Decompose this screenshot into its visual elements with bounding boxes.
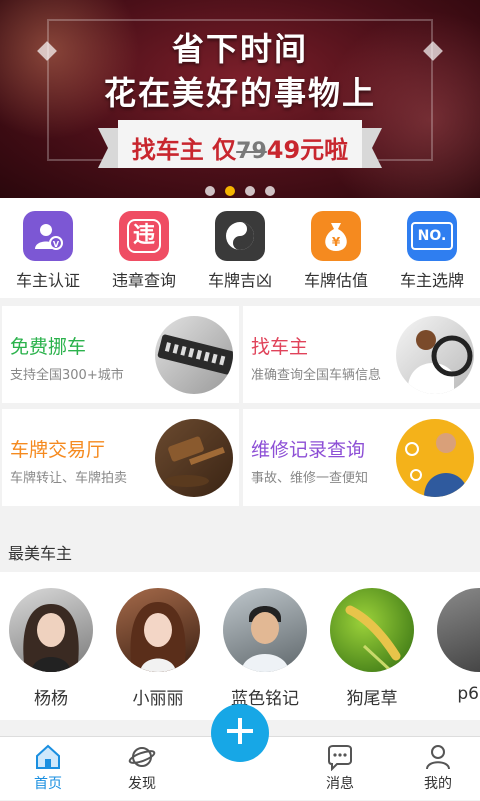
service-cards: 免费挪车 支持全国300+城市 找车主 准确查询全国车辆信息 车牌交易厅 车牌转… <box>0 306 480 506</box>
carousel-dot[interactable] <box>245 186 255 196</box>
owner-verify-icon: V <box>23 211 73 261</box>
avatar <box>330 588 414 672</box>
svg-text:V: V <box>53 240 60 249</box>
quick-action-label: 车主选牌 <box>399 271 464 290</box>
quick-action-plate-fortune[interactable]: 车牌吉凶 <box>192 198 288 298</box>
message-icon <box>326 743 354 772</box>
banner-headline-2: 花在美好的事物上 <box>103 74 376 112</box>
service-title: 车牌交易厅 <box>10 439 106 461</box>
quick-action-violation[interactable]: 违 违章查询 <box>96 198 192 298</box>
service-subtitle: 车牌转让、车牌拍卖 <box>10 471 128 486</box>
yin-yang-icon <box>215 211 265 261</box>
plus-icon <box>225 716 255 750</box>
section-title: 最美车主 <box>8 544 73 563</box>
owner-item[interactable]: 狗尾草 <box>325 588 419 709</box>
section-header: 最美车主 <box>0 520 480 578</box>
service-subtitle: 准确查询全国车辆信息 <box>251 368 382 383</box>
avatar <box>9 588 93 672</box>
nav-discover[interactable]: 发现 <box>94 737 190 801</box>
svg-text:¥: ¥ <box>332 235 341 249</box>
money-bag-icon: ¥ <box>311 211 361 261</box>
nav-label: 消息 <box>326 776 354 792</box>
avatar <box>223 588 307 672</box>
owners-carousel[interactable]: 杨杨 小丽丽 蓝色铭记 狗尾草 p639 <box>0 572 480 720</box>
quick-actions: V 车主认证 违 违章查询 车牌吉凶 ¥ 车牌估值 NO. 车主选牌 <box>0 198 480 298</box>
owner-name: 杨杨 <box>34 689 68 709</box>
ribbon-prefix: 找车主 仅 <box>131 136 237 164</box>
owner-item[interactable]: 杨杨 <box>4 588 98 709</box>
owner-name: p639 <box>457 684 480 704</box>
owner-item[interactable]: 小丽丽 <box>111 588 205 709</box>
owner-name: 狗尾草 <box>346 689 398 709</box>
quick-action-label: 车牌吉凶 <box>207 271 272 290</box>
nav-label: 首页 <box>34 776 62 792</box>
carousel-dot-active[interactable] <box>225 186 235 196</box>
driver-photo <box>396 316 474 394</box>
plate-no-icon: NO. <box>407 211 457 261</box>
banner-headline-1: 省下时间 <box>171 30 308 68</box>
quick-action-owner-verify[interactable]: V 车主认证 <box>0 198 96 298</box>
avatar <box>116 588 200 672</box>
owner-item[interactable]: 蓝色铭记 <box>218 588 312 709</box>
user-icon <box>424 743 452 771</box>
service-subtitle: 支持全国300+城市 <box>10 368 124 383</box>
nav-messages[interactable]: 消息 <box>292 737 388 801</box>
quick-action-label: 违章查询 <box>111 271 176 290</box>
service-card-repair-record[interactable]: 维修记录查询 事故、维修一查便知 <box>243 409 480 506</box>
quick-action-plate-valuation[interactable]: ¥ 车牌估值 <box>288 198 384 298</box>
service-card-free-move[interactable]: 免费挪车 支持全国300+城市 <box>2 306 239 403</box>
carousel-dots[interactable] <box>0 181 480 198</box>
quick-action-plate-select[interactable]: NO. 车主选牌 <box>384 198 480 298</box>
banner-ribbon: 找车主 仅7949元啦 <box>98 118 382 174</box>
planet-icon <box>128 743 156 771</box>
ribbon-old-price: 79 <box>236 139 267 164</box>
gavel-photo <box>155 419 233 497</box>
carousel-dot[interactable] <box>265 186 275 196</box>
nav-label: 我的 <box>424 776 452 792</box>
service-title: 找车主 <box>251 336 309 358</box>
nav-label: 发现 <box>128 776 156 792</box>
violation-icon: 违 <box>119 211 169 261</box>
service-title: 免费挪车 <box>10 336 87 358</box>
owner-name: 小丽丽 <box>132 689 184 709</box>
avatar <box>437 588 480 672</box>
carousel-dot[interactable] <box>205 186 215 196</box>
owner-item[interactable]: p639 <box>432 588 480 704</box>
publish-button[interactable] <box>211 704 269 762</box>
service-card-plate-trade[interactable]: 车牌交易厅 车牌转让、车牌拍卖 <box>2 409 239 506</box>
nav-home[interactable]: 首页 <box>0 737 96 801</box>
ribbon-new-price: 49元啦 <box>266 136 349 164</box>
license-plate-photo <box>155 316 233 394</box>
quick-action-label: 车主认证 <box>15 271 80 290</box>
quick-action-label: 车牌估值 <box>303 271 368 290</box>
service-card-find-owner[interactable]: 找车主 准确查询全国车辆信息 <box>243 306 480 403</box>
promo-banner[interactable]: 省下时间 花在美好的事物上 找车主 仅7949元啦 <box>0 0 480 198</box>
mechanic-photo <box>396 419 474 497</box>
service-title: 维修记录查询 <box>251 439 366 461</box>
nav-mine[interactable]: 我的 <box>390 737 480 801</box>
home-icon <box>34 743 62 771</box>
service-subtitle: 事故、维修一查便知 <box>251 471 369 486</box>
